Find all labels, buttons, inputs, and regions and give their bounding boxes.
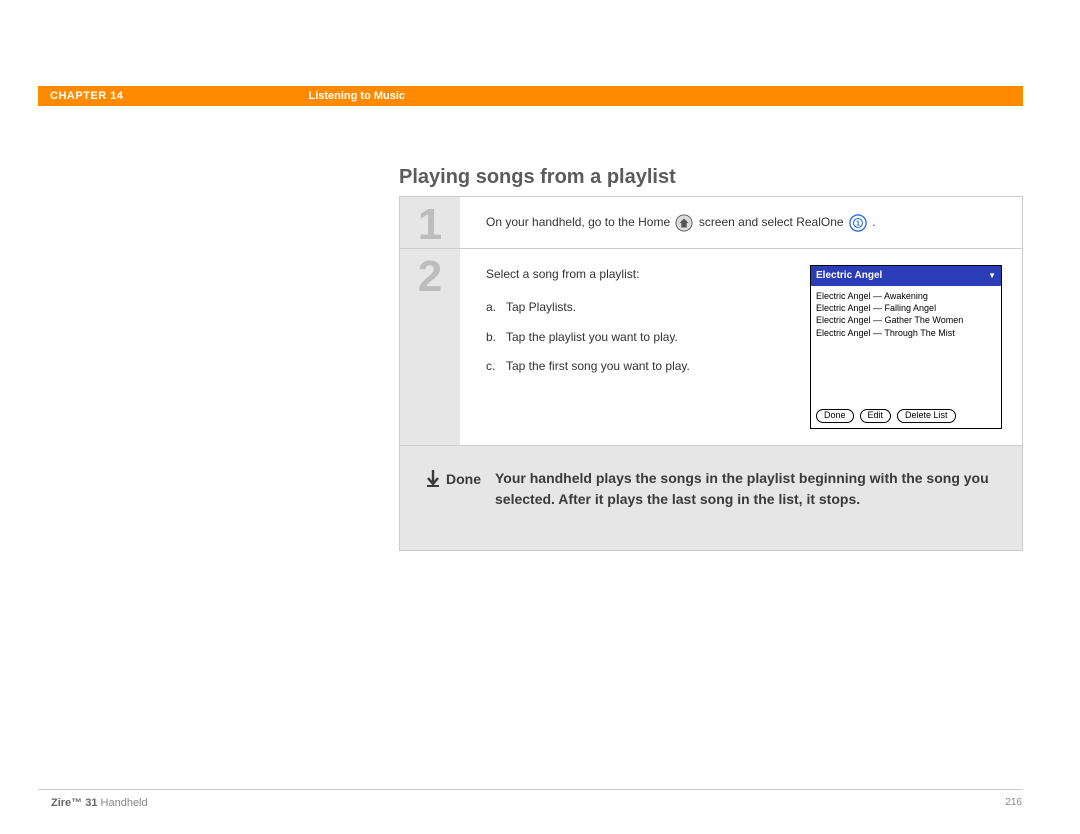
done-arrow-cell: Done (426, 468, 481, 510)
substep-a: a. Tap Playlists. (486, 298, 792, 317)
step-1-text-c: . (872, 215, 875, 229)
playlist-title: Electric Angel (816, 268, 882, 284)
substep-a-text: Tap Playlists. (506, 298, 792, 317)
playlist-footer: Done Edit Delete List (811, 406, 1001, 428)
section-label: Listening to Music (308, 90, 405, 102)
substep-b-letter: b. (486, 328, 506, 347)
step-2-text-block: Select a song from a playlist: a. Tap Pl… (486, 265, 792, 386)
playlist-header: Electric Angel ▼ (811, 266, 1001, 286)
realone-icon: 1 (849, 214, 867, 232)
playlist-item-1: Electric Angel — Falling Angel (816, 302, 996, 314)
playlist-screenshot: Electric Angel ▼ Electric Angel — Awaken… (810, 265, 1002, 429)
playlist-item-2: Electric Angel — Gather The Women (816, 314, 996, 326)
footer-product-bold: Zire™ 31 (51, 797, 97, 809)
home-icon (675, 214, 693, 232)
substep-b: b. Tap the playlist you want to play. (486, 328, 792, 347)
playlist-item-0: Electric Angel — Awakening (816, 290, 996, 302)
playlist-body: Electric Angel — Awakening Electric Ange… (811, 286, 1001, 406)
done-label: Done (446, 469, 481, 490)
svg-text:1: 1 (856, 219, 860, 228)
step-1-content: On your handheld, go to the Home screen … (460, 197, 1022, 248)
step-2-number-cell: 2 (400, 249, 460, 445)
footer-product: Zire™ 31 Handheld (51, 797, 148, 809)
dropdown-arrow-icon: ▼ (988, 270, 996, 283)
chapter-label: CHAPTER 14 (50, 90, 123, 102)
substep-c-text: Tap the first song you want to play. (506, 357, 792, 376)
substep-a-letter: a. (486, 298, 506, 317)
substep-c-letter: c. (486, 357, 506, 376)
footer-rule (38, 789, 1023, 790)
chapter-header-bar: CHAPTER 14 Listening to Music (38, 86, 1023, 106)
playlist-delete-button: Delete List (897, 409, 956, 423)
done-text: Your handheld plays the songs in the pla… (495, 468, 996, 510)
substep-b-text: Tap the playlist you want to play. (506, 328, 792, 347)
step-2-number: 2 (418, 255, 442, 299)
instruction-box: 1 On your handheld, go to the Home scree… (399, 196, 1023, 551)
step-1-text: On your handheld, go to the Home screen … (486, 213, 1002, 232)
step-2-intro: Select a song from a playlist: (486, 265, 792, 284)
down-arrow-icon (426, 469, 440, 487)
page-title: Playing songs from a playlist (399, 166, 676, 189)
playlist-edit-button: Edit (860, 409, 892, 423)
step-1-number: 1 (418, 203, 442, 247)
step-1-text-b: screen and select RealOne (699, 215, 844, 229)
substep-c: c. Tap the first song you want to play. (486, 357, 792, 376)
step-1-number-cell: 1 (400, 197, 460, 248)
footer-page-number: 216 (1005, 797, 1022, 808)
playlist-item-3: Electric Angel — Through The Mist (816, 327, 996, 339)
playlist-done-button: Done (816, 409, 854, 423)
footer-product-rest: Handheld (97, 797, 147, 809)
step-2-row: 2 Select a song from a playlist: a. Tap … (400, 249, 1022, 446)
step-1-text-a: On your handheld, go to the Home (486, 215, 670, 229)
step-1-row: 1 On your handheld, go to the Home scree… (400, 197, 1022, 249)
step-2-substeps: a. Tap Playlists. b. Tap the playlist yo… (486, 298, 792, 376)
step-2-content: Select a song from a playlist: a. Tap Pl… (460, 249, 1022, 445)
done-row: Done Your handheld plays the songs in th… (400, 446, 1022, 550)
